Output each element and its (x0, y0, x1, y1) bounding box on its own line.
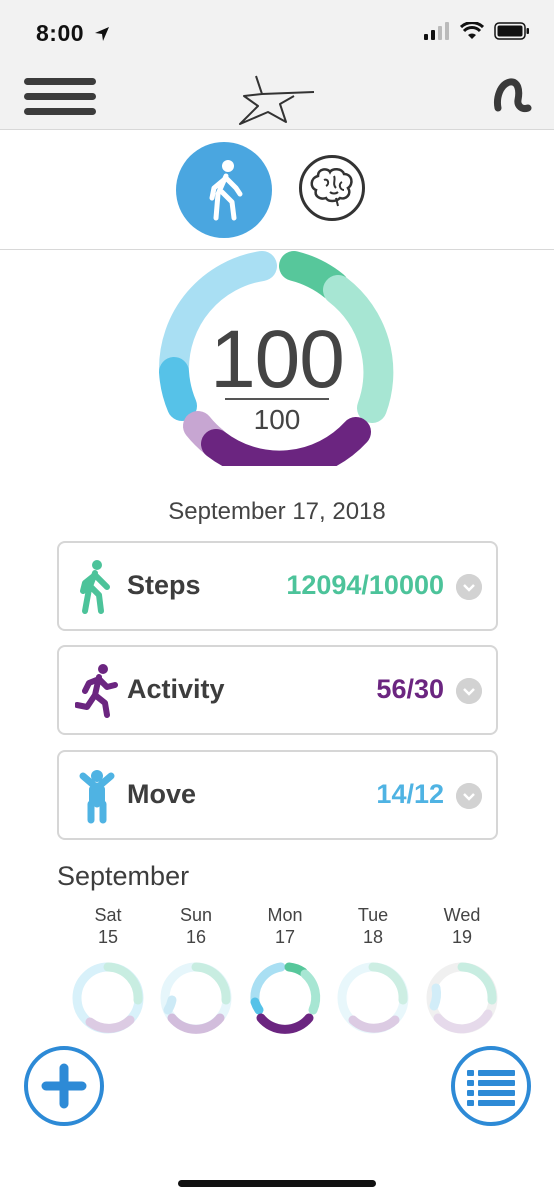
tab-brain[interactable] (299, 155, 365, 221)
day-ring-mon (250, 962, 321, 1034)
walking-person-icon (80, 560, 110, 614)
day-wed[interactable]: Wed 19 (422, 904, 502, 948)
day-tue[interactable]: Tue 18 (333, 904, 413, 948)
hearing-aid-icon[interactable] (492, 78, 532, 118)
cellular-signal-icon (424, 22, 449, 40)
day-sat[interactable]: Sat 15 (68, 904, 148, 948)
person-arms-up-icon (79, 770, 115, 824)
day-ring-wed (426, 962, 498, 1034)
activity-card[interactable]: Activity 56/30 (57, 645, 498, 735)
list-icon (467, 1070, 515, 1106)
chevron-down-icon (456, 574, 482, 600)
steps-card[interactable]: Steps 12094/10000 (57, 541, 498, 631)
plus-icon (41, 1063, 87, 1109)
day-name: Sun (179, 905, 213, 925)
chevron-down-icon (456, 783, 482, 809)
wifi-icon (460, 22, 484, 39)
move-value: 14/12 (376, 779, 444, 809)
score-divider (225, 398, 329, 400)
battery-icon (494, 22, 529, 40)
chevron-down-icon (456, 678, 482, 704)
day-num: 19 (451, 927, 473, 947)
day-num: 15 (97, 927, 119, 947)
day-name: Tue (357, 905, 389, 925)
day-ring-sat (72, 962, 144, 1034)
location-arrow-icon (95, 27, 109, 41)
nav-bar (0, 66, 554, 130)
day-num: 16 (185, 927, 207, 947)
day-sun[interactable]: Sun 16 (156, 904, 236, 948)
steps-value: 12094/10000 (286, 570, 444, 600)
star-logo-icon (239, 75, 315, 125)
move-label: Move (127, 779, 197, 809)
day-num: 18 (362, 927, 384, 947)
activity-value: 56/30 (376, 674, 444, 704)
tab-strip (0, 131, 554, 250)
status-time: 8:00 (36, 20, 85, 46)
day-name: Sat (94, 905, 122, 925)
running-person-icon (75, 664, 118, 718)
brain-icon (310, 168, 353, 207)
day-ring-tue (337, 962, 409, 1034)
date-label: September 17, 2018 (168, 498, 386, 525)
day-num: 17 (274, 927, 296, 947)
day-mon[interactable]: Mon 17 (245, 904, 325, 948)
steps-label: Steps (127, 570, 201, 600)
day-name: Wed (443, 905, 481, 925)
activity-label: Activity (127, 674, 225, 704)
status-bar: 8:00 (0, 0, 554, 66)
move-card[interactable]: Move 14/12 (57, 750, 498, 840)
add-button[interactable] (24, 1046, 104, 1126)
hamburger-icon[interactable] (24, 78, 96, 120)
day-name: Mon (267, 905, 303, 925)
walking-person-icon (209, 160, 243, 221)
score-goal: 100 (253, 404, 301, 435)
day-ring-sun (160, 962, 232, 1034)
list-view-button[interactable] (451, 1046, 531, 1126)
month-label: September (57, 861, 190, 891)
home-indicator[interactable] (178, 1180, 376, 1187)
tab-activity[interactable] (176, 142, 272, 238)
score-value: 100 (210, 314, 345, 405)
